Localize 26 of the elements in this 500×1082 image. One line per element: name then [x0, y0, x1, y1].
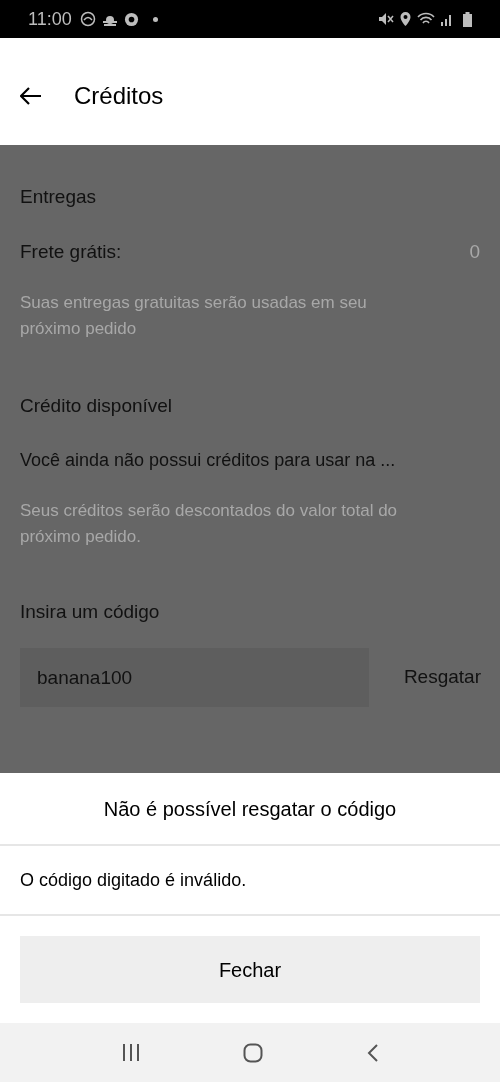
- section-heading: Crédito disponível: [20, 394, 174, 418]
- close-button[interactable]: Fechar: [20, 936, 480, 1003]
- notification-dot-icon: [152, 16, 158, 22]
- section-heading: Insira um código: [20, 600, 161, 624]
- browser-icon: [123, 11, 139, 27]
- wifi-icon: [417, 12, 435, 26]
- free-shipping-count: 0: [469, 240, 480, 264]
- dialog-title: Não é possível resgatar o código: [0, 773, 500, 846]
- section-heading: Entregas: [20, 185, 98, 209]
- back-arrow-icon[interactable]: [20, 86, 42, 105]
- dialog-message: O código digitado é inválido.: [0, 846, 500, 916]
- signal-icon: [441, 12, 453, 26]
- back-icon[interactable]: [367, 1043, 379, 1062]
- credit-message: Você ainda não possui créditos para usar na ...: [20, 449, 397, 472]
- mute-icon: [378, 12, 394, 26]
- redeem-button[interactable]: Resgatar: [403, 663, 500, 692]
- status-time: 11:00: [28, 7, 72, 31]
- home-icon[interactable]: [243, 1042, 264, 1063]
- section-note: Seus créditos serão descontados do valor total do próximo pedido.: [20, 500, 399, 548]
- recent-apps-icon[interactable]: [121, 1044, 140, 1061]
- location-icon: [400, 12, 411, 26]
- code-input-field[interactable]: banana100: [20, 648, 369, 707]
- page-title: Créditos: [74, 80, 164, 111]
- free-shipping-label: Frete grátis:: [20, 240, 122, 264]
- section-note: Suas entregas gratuitas serão usadas em seu próximo pedido: [20, 292, 368, 340]
- battery-icon: [463, 11, 472, 27]
